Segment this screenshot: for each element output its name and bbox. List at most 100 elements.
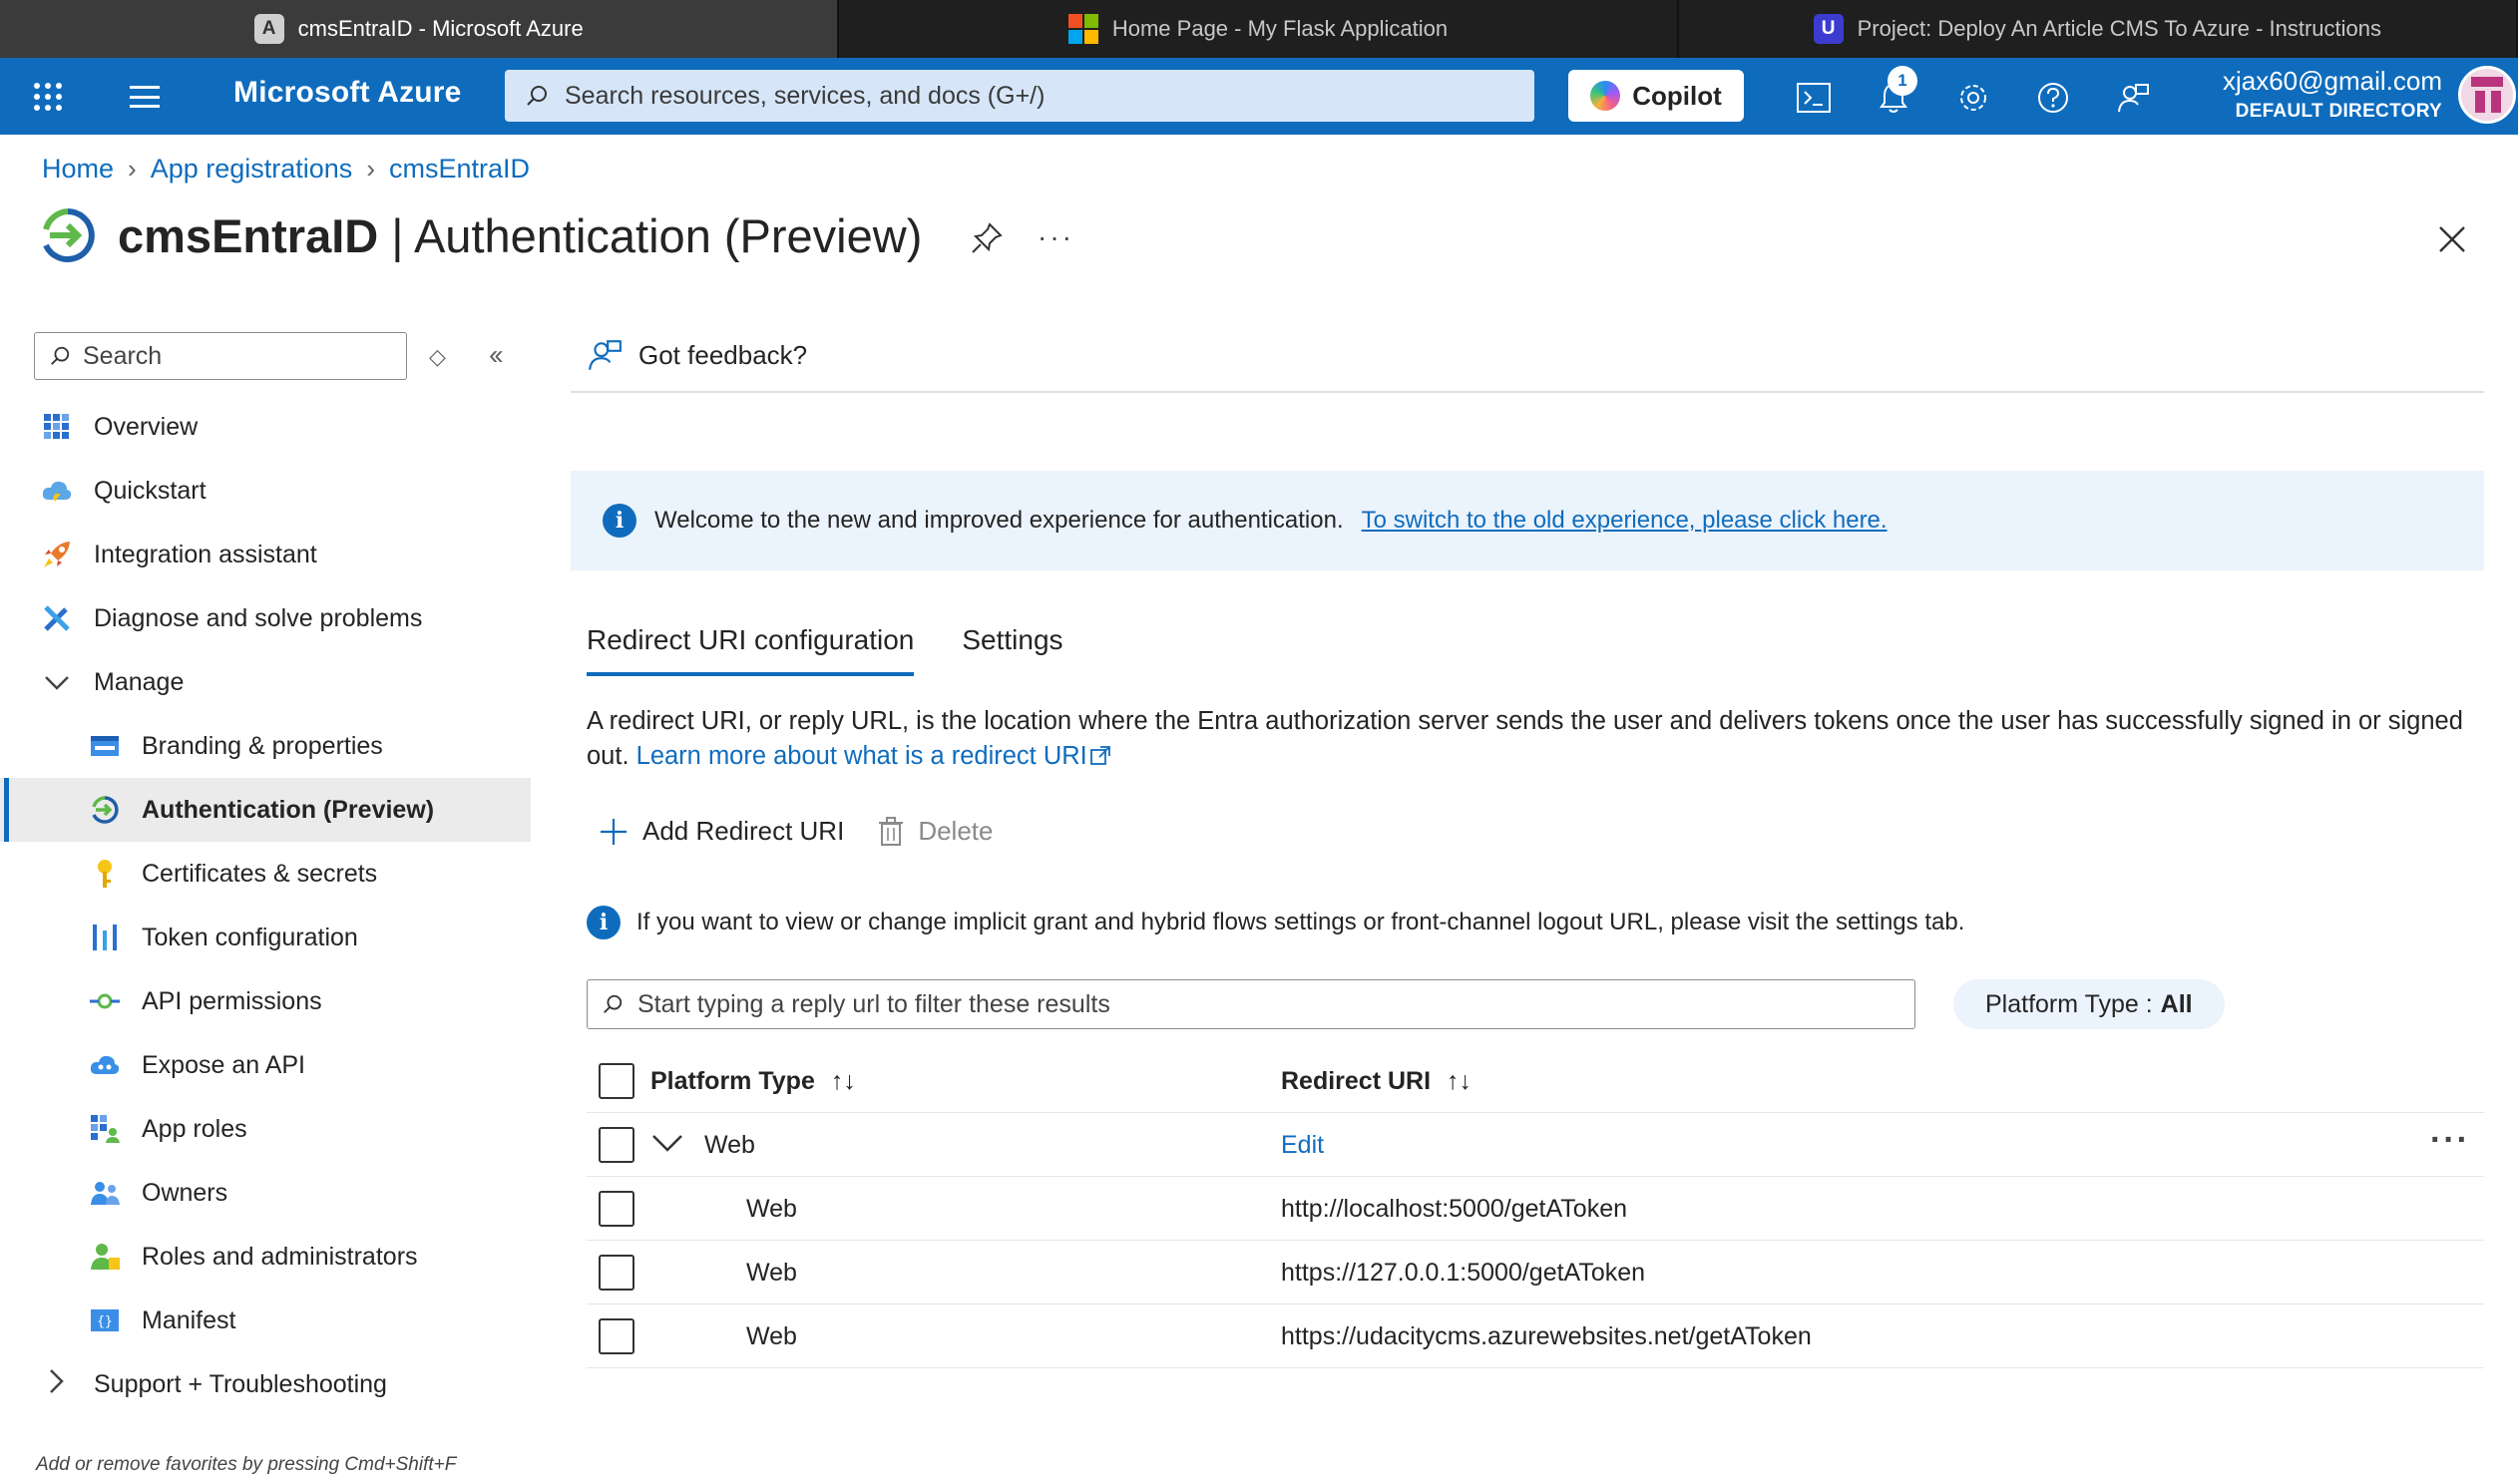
column-header-platform-type[interactable]: Platform Type ↑↓ xyxy=(650,1067,856,1096)
row-checkbox[interactable] xyxy=(599,1255,634,1291)
global-search-input[interactable]: Search resources, services, and docs (G+… xyxy=(505,70,1534,122)
learn-more-label: Learn more about what is a redirect URI xyxy=(635,742,1087,770)
browser-tab-udacity[interactable]: U Project: Deploy An Article CMS To Azur… xyxy=(1679,0,2518,58)
account-directory: DEFAULT DIRECTORY xyxy=(2235,101,2442,122)
copilot-button[interactable]: Copilot xyxy=(1568,70,1744,122)
browser-tab-azure[interactable]: A cmsEntraID - Microsoft Azure xyxy=(0,0,840,58)
browser-tab-flask[interactable]: Home Page - My Flask Application xyxy=(839,0,1679,58)
account-menu[interactable]: xjax60@gmail.com DEFAULT DIRECTORY xyxy=(2223,66,2442,123)
breadcrumb-cmsentraid[interactable]: cmsEntraID xyxy=(389,154,530,185)
sidebar-item-api-permissions[interactable]: API permissions xyxy=(0,969,531,1033)
sidebar-item-integration-assistant[interactable]: Integration assistant xyxy=(0,523,531,586)
browser-tab-label: Project: Deploy An Article CMS To Azure … xyxy=(1857,16,2381,41)
sidebar-item-expose-api[interactable]: Expose an API xyxy=(0,1033,531,1097)
chevron-down-icon[interactable] xyxy=(650,1133,684,1153)
sidebar-group-manage[interactable]: Manage xyxy=(0,650,531,714)
brand-title[interactable]: Microsoft Azure xyxy=(233,76,462,110)
command-bar: Add Redirect URI Delete xyxy=(599,816,993,847)
sort-icon[interactable]: ↑↓ xyxy=(831,1067,856,1095)
table-row: Web http://localhost:5000/getAToken xyxy=(587,1177,2484,1241)
browser-tab-label: Home Page - My Flask Application xyxy=(1111,16,1449,41)
sidebar-item-quickstart[interactable]: Quickstart xyxy=(0,459,531,523)
cloud-api-icon xyxy=(88,1048,122,1082)
branding-icon xyxy=(88,729,122,763)
more-actions-icon[interactable]: ··· xyxy=(1038,221,1074,253)
tab-redirect-uri-configuration[interactable]: Redirect URI configuration xyxy=(587,624,915,676)
table-group-row: Web Edit ··· xyxy=(587,1113,2484,1177)
edit-link[interactable]: Edit xyxy=(1281,1131,1324,1160)
collapse-sidebar-icon[interactable]: ‹‹ xyxy=(489,339,504,371)
column-header-redirect-uri[interactable]: Redirect URI ↑↓ xyxy=(1281,1067,1471,1096)
sidebar-item-token-configuration[interactable]: Token configuration xyxy=(0,906,531,969)
row-checkbox[interactable] xyxy=(599,1191,634,1227)
group-checkbox[interactable] xyxy=(599,1127,634,1163)
expand-collapse-all-icon[interactable]: ◇ xyxy=(429,344,446,370)
cloud-quickstart-icon xyxy=(40,474,74,508)
feedback-label: Got feedback? xyxy=(638,339,808,370)
settings-gear-icon[interactable] xyxy=(1955,80,1991,116)
sidebar-item-app-roles[interactable]: App roles xyxy=(0,1097,531,1161)
letter-a-icon: A xyxy=(253,14,284,44)
row-checkbox[interactable] xyxy=(599,1318,634,1354)
platform-cell: Web xyxy=(746,1259,797,1287)
pin-icon[interactable] xyxy=(970,221,1004,255)
table-row: Web https://127.0.0.1:5000/getAToken xyxy=(587,1241,2484,1304)
delete-button[interactable]: Delete xyxy=(878,816,993,847)
page-title: cmsEntraID | Authentication (Preview) xyxy=(118,208,922,263)
sidebar-item-label: Diagnose and solve problems xyxy=(94,603,423,632)
settings-tab-note: i If you want to view or change implicit… xyxy=(587,906,1964,939)
group-platform-cell: Web xyxy=(650,1131,755,1160)
reply-url-filter-input[interactable]: Start typing a reply url to filter these… xyxy=(587,979,1915,1029)
tab-list: Redirect URI configuration Settings xyxy=(587,624,1063,676)
select-all-checkbox[interactable] xyxy=(599,1063,634,1099)
app-roles-icon xyxy=(88,1112,122,1146)
platform-cell: Web xyxy=(746,1322,797,1350)
browser-tab-label: cmsEntraID - Microsoft Azure xyxy=(297,16,584,41)
add-redirect-uri-button[interactable]: Add Redirect URI xyxy=(599,816,844,847)
microsoft-logo-icon xyxy=(1067,14,1098,44)
sidebar-item-certificates[interactable]: Certificates & secrets xyxy=(0,842,531,906)
breadcrumb: Home › App registrations › cmsEntraID xyxy=(42,154,530,185)
breadcrumb-home[interactable]: Home xyxy=(42,154,114,185)
sidebar-item-label: Integration assistant xyxy=(94,540,317,568)
sort-icon[interactable]: ↑↓ xyxy=(1447,1067,1471,1095)
manifest-icon: {} xyxy=(88,1303,122,1337)
app-launcher-icon[interactable] xyxy=(34,83,62,111)
portal-menu-icon[interactable] xyxy=(130,86,160,108)
learn-more-link[interactable]: Learn more about what is a redirect URI xyxy=(636,742,1111,770)
avatar[interactable] xyxy=(2458,66,2516,124)
sidebar-item-authentication[interactable]: Authentication (Preview) xyxy=(0,778,531,842)
table-row: Web https://udacitycms.azurewebsites.net… xyxy=(587,1304,2484,1368)
sidebar-group-support[interactable]: Support + Troubleshooting xyxy=(0,1352,531,1416)
sidebar-item-owners[interactable]: Owners xyxy=(0,1161,531,1225)
account-email: xjax60@gmail.com xyxy=(2222,66,2442,96)
cloud-shell-icon[interactable] xyxy=(1796,80,1832,116)
sidebar-item-label: Authentication (Preview) xyxy=(142,795,435,824)
sidebar-item-manifest[interactable]: {} Manifest xyxy=(0,1289,531,1352)
got-feedback-button[interactable]: Got feedback? xyxy=(587,337,807,373)
breadcrumb-app-registrations[interactable]: App registrations xyxy=(151,154,353,185)
column-header-label: Redirect URI xyxy=(1281,1067,1432,1095)
sidebar-item-diagnose[interactable]: Diagnose and solve problems xyxy=(0,586,531,650)
sidebar-item-roles-admins[interactable]: Roles and administrators xyxy=(0,1225,531,1289)
global-search-placeholder: Search resources, services, and docs (G+… xyxy=(565,81,1046,110)
sidebar-item-label: Certificates & secrets xyxy=(142,859,378,888)
tab-settings[interactable]: Settings xyxy=(962,624,1062,676)
nav-search-input[interactable]: Search xyxy=(34,332,407,380)
resource-menu: Overview Quickstart Integration assistan… xyxy=(0,395,531,1416)
divider xyxy=(571,391,2484,393)
sidebar-item-branding[interactable]: Branding & properties xyxy=(0,714,531,778)
group-platform-label: Web xyxy=(704,1131,755,1159)
close-icon[interactable] xyxy=(2434,221,2470,257)
info-icon: i xyxy=(603,504,636,538)
row-more-actions-icon[interactable]: ··· xyxy=(2430,1121,2470,1160)
help-icon[interactable] xyxy=(2035,80,2071,116)
api-permissions-icon xyxy=(88,984,122,1018)
switch-old-experience-link[interactable]: To switch to the old experience, please … xyxy=(1362,507,1888,535)
plus-icon xyxy=(601,818,627,845)
sidebar-item-overview[interactable]: Overview xyxy=(0,395,531,459)
feedback-person-icon[interactable] xyxy=(2115,80,2151,116)
platform-type-filter-pill[interactable]: Platform Type : All xyxy=(1953,979,2225,1029)
sidebar-item-label: Overview xyxy=(94,412,199,441)
column-header-label: Platform Type xyxy=(650,1067,815,1095)
